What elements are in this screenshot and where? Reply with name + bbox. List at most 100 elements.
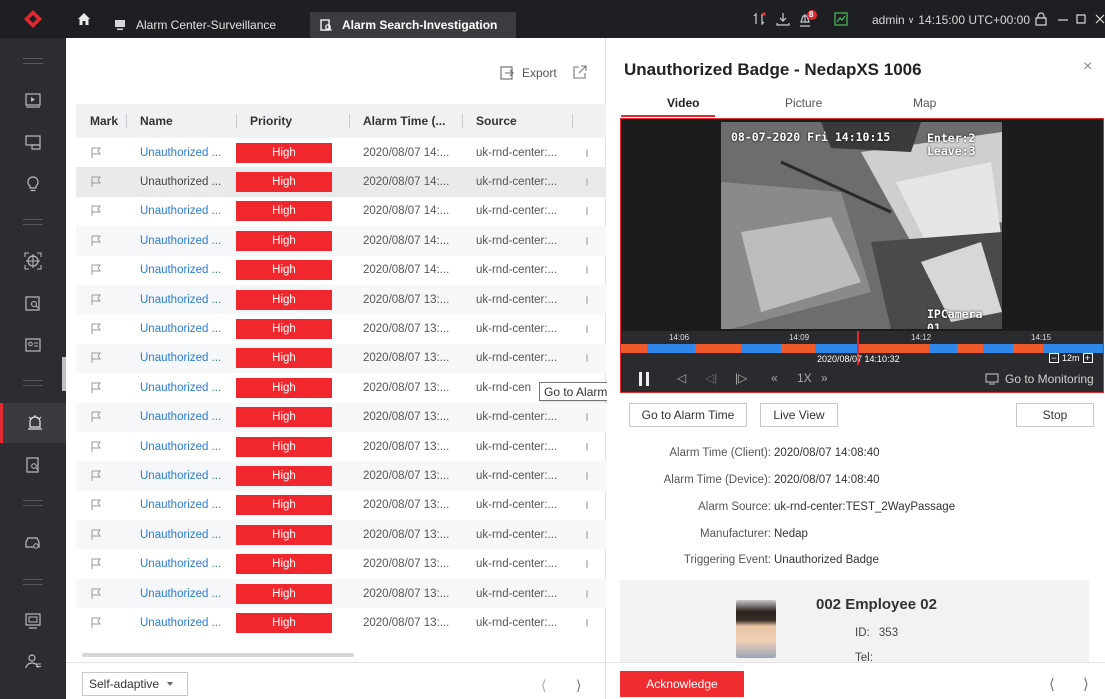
mark-flag-cell[interactable] bbox=[76, 403, 126, 432]
mark-flag-cell[interactable] bbox=[76, 285, 126, 314]
close-window-button[interactable] bbox=[1095, 10, 1105, 28]
go-to-monitoring-button[interactable]: Go to Monitoring bbox=[985, 372, 1094, 386]
column-header-source[interactable]: Source bbox=[462, 104, 572, 138]
alarm-name-link[interactable]: Unauthorized ... bbox=[126, 608, 236, 637]
table-row[interactable]: Unauthorized ... High 2020/08/07 13:... uk-… bbox=[76, 578, 606, 609]
column-header-priority[interactable]: Priority bbox=[236, 104, 349, 138]
table-row[interactable]: Unauthorized ... High 2020/08/07 13:... uk-… bbox=[76, 549, 606, 578]
close-detail-button[interactable]: × bbox=[1083, 58, 1092, 76]
sidebar-item-document-search[interactable] bbox=[0, 445, 66, 485]
mark-flag-cell[interactable] bbox=[76, 608, 126, 637]
alarm-name-link[interactable]: Unauthorized ... bbox=[126, 491, 236, 520]
video-player[interactable]: 08-07-2020 Fri 14:10:15 Enter:2 Leave:3 … bbox=[620, 118, 1104, 393]
sidebar-item-calendar-search[interactable] bbox=[0, 283, 66, 323]
sidebar-item-vehicle[interactable] bbox=[0, 523, 66, 563]
sidebar-item-live-view[interactable] bbox=[0, 80, 66, 120]
alarm-name-link[interactable]: Unauthorized ... bbox=[126, 432, 236, 461]
mark-flag-cell[interactable] bbox=[76, 256, 126, 285]
table-row[interactable]: Unauthorized ... High 2020/08/07 14:... uk-… bbox=[76, 197, 606, 226]
user-menu[interactable]: admin ∨ 14:15:00 UTC+00:00 bbox=[872, 11, 1030, 29]
alarm-name-link[interactable]: Unauthorized ... bbox=[126, 167, 236, 196]
alarm-name-link[interactable]: Unauthorized ... bbox=[126, 373, 236, 402]
table-row[interactable]: Unauthorized ... High 2020/08/07 13:... uk-… bbox=[76, 314, 606, 343]
maximize-button[interactable] bbox=[1075, 10, 1087, 28]
alarm-name-link[interactable]: Unauthorized ... bbox=[126, 285, 236, 314]
pause-button[interactable] bbox=[637, 372, 651, 386]
table-row[interactable]: Unauthorized ... High 2020/08/07 13:... uk-… bbox=[76, 343, 606, 374]
alarm-name-link[interactable]: Unauthorized ... bbox=[126, 344, 236, 373]
column-header-mark[interactable]: Mark bbox=[76, 104, 126, 138]
sidebar-item-detection[interactable] bbox=[0, 241, 66, 281]
table-row[interactable]: Unauthorized ... High 2020/08/07 13:... uk-… bbox=[76, 402, 606, 432]
table-row[interactable]: Unauthorized ... High 2020/08/07 14:... uk-… bbox=[76, 256, 606, 285]
next-alarm-button[interactable]: ⟩ bbox=[1083, 675, 1089, 693]
table-row[interactable]: Unauthorized ... High 2020/08/07 13:... uk-… bbox=[76, 608, 606, 637]
table-row[interactable]: Unauthorized ... High 2020/08/07 14:... uk-… bbox=[76, 167, 606, 197]
sidebar-item-playback[interactable] bbox=[0, 122, 66, 162]
mark-flag-cell[interactable] bbox=[76, 344, 126, 373]
tab-alarm-search[interactable]: Alarm Search-Investigation bbox=[310, 12, 516, 38]
previous-alarm-button[interactable]: ⟨ bbox=[1049, 675, 1055, 693]
frame-back-button[interactable]: ◁| bbox=[705, 371, 717, 385]
horizontal-scrollbar[interactable] bbox=[82, 653, 354, 657]
sidebar-item-alarm[interactable] bbox=[0, 403, 66, 443]
tab-alarm-center[interactable]: Alarm Center-Surveillance bbox=[104, 12, 300, 38]
open-new-window-button[interactable] bbox=[573, 65, 589, 81]
alarm-name-link[interactable]: Unauthorized ... bbox=[126, 403, 236, 432]
display-mode-select[interactable]: Self-adaptive bbox=[82, 672, 188, 696]
alarm-name-link[interactable]: Unauthorized ... bbox=[126, 314, 236, 343]
page-next-button[interactable]: ⟩ bbox=[576, 677, 590, 693]
live-view-button[interactable]: Live View bbox=[760, 403, 838, 427]
minimize-button[interactable] bbox=[1057, 10, 1069, 28]
zoom-out-button[interactable]: − bbox=[1049, 353, 1059, 363]
lock-button[interactable] bbox=[1034, 10, 1048, 28]
table-row[interactable]: Unauthorized ... High 2020/08/07 14:... uk-… bbox=[76, 226, 606, 256]
upload-download-button[interactable] bbox=[752, 10, 766, 28]
zoom-in-button[interactable]: + bbox=[1082, 353, 1093, 363]
column-header-alarm-time[interactable]: Alarm Time (... bbox=[349, 104, 462, 138]
reverse-button[interactable]: ◁ bbox=[677, 371, 686, 385]
alarm-name-link[interactable]: Unauthorized ... bbox=[126, 226, 236, 255]
mark-flag-cell[interactable] bbox=[76, 314, 126, 343]
sidebar-item-lighting[interactable] bbox=[0, 164, 66, 204]
mark-flag-cell[interactable] bbox=[76, 520, 126, 549]
stop-button[interactable]: Stop bbox=[1016, 403, 1094, 427]
sidebar-item-access[interactable] bbox=[0, 325, 66, 365]
alarm-name-link[interactable]: Unauthorized ... bbox=[126, 579, 236, 608]
alarm-name-link[interactable]: Unauthorized ... bbox=[126, 520, 236, 549]
home-button[interactable] bbox=[76, 11, 92, 27]
mark-flag-cell[interactable] bbox=[76, 138, 126, 167]
table-row[interactable]: Unauthorized ... High 2020/08/07 13:... uk-… bbox=[76, 432, 606, 461]
mark-flag-cell[interactable] bbox=[76, 461, 126, 490]
tab-picture[interactable]: Picture bbox=[785, 96, 822, 110]
resource-monitor-button[interactable] bbox=[834, 10, 848, 28]
mark-flag-cell[interactable] bbox=[76, 432, 126, 461]
mark-flag-cell[interactable] bbox=[76, 167, 126, 196]
alarm-name-link[interactable]: Unauthorized ... bbox=[126, 549, 236, 578]
table-row[interactable]: Unauthorized ... High 2020/08/07 13:... uk-… bbox=[76, 461, 606, 491]
mark-flag-cell[interactable] bbox=[76, 197, 126, 226]
table-row[interactable]: Unauthorized ... High 2020/08/07 13:... uk-… bbox=[76, 373, 606, 402]
table-row[interactable]: Unauthorized ... High 2020/08/07 13:... uk-… bbox=[76, 520, 606, 550]
tab-map[interactable]: Map bbox=[913, 96, 936, 110]
mark-flag-cell[interactable] bbox=[76, 226, 126, 255]
go-to-alarm-time-button[interactable]: Go to Alarm Time bbox=[629, 403, 747, 427]
mark-flag-cell[interactable] bbox=[76, 549, 126, 578]
tab-video[interactable]: Video bbox=[667, 96, 699, 110]
playback-timeline[interactable]: 14:06 14:09 14:12 14:15 2020/08/07 14:10… bbox=[621, 331, 1103, 365]
alarm-name-link[interactable]: Unauthorized ... bbox=[126, 461, 236, 490]
table-row[interactable]: Unauthorized ... High 2020/08/07 13:... uk-… bbox=[76, 284, 606, 315]
table-row[interactable]: Unauthorized ... High 2020/08/07 13:... uk-… bbox=[76, 491, 606, 520]
mark-flag-cell[interactable] bbox=[76, 373, 126, 402]
frame-forward-button[interactable]: |▷ bbox=[735, 371, 747, 385]
mark-flag-cell[interactable] bbox=[76, 579, 126, 608]
notification-button[interactable]: 8 bbox=[798, 10, 818, 28]
mark-flag-cell[interactable] bbox=[76, 491, 126, 520]
table-row[interactable]: Unauthorized ... High 2020/08/07 14:... uk-… bbox=[76, 138, 606, 167]
slow-down-button[interactable]: « bbox=[771, 371, 778, 385]
sidebar-item-person[interactable] bbox=[0, 641, 66, 681]
acknowledge-button[interactable]: Acknowledge bbox=[620, 671, 744, 697]
download-button[interactable] bbox=[776, 10, 790, 28]
column-header-more[interactable] bbox=[572, 104, 606, 138]
alarm-name-link[interactable]: Unauthorized ... bbox=[126, 197, 236, 226]
